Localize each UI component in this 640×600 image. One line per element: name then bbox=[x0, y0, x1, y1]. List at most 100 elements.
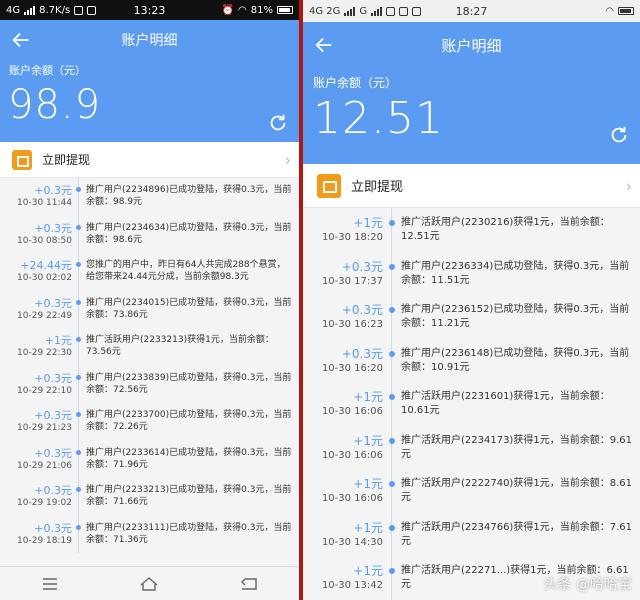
timeline-dot-icon bbox=[76, 524, 81, 530]
status-bar: 4G 2G G 18:27 ◠ bbox=[303, 0, 640, 22]
transaction-amount: +0.3元 bbox=[34, 521, 72, 535]
wallet-icon bbox=[12, 149, 32, 170]
watermark: 头条 @哈哈宝 bbox=[543, 577, 632, 593]
battery-icon bbox=[618, 7, 635, 15]
notification-icon bbox=[74, 5, 84, 15]
status-bar: 4G 8.7K/s 13:23 ⏰ ◠ 81% bbox=[0, 0, 299, 20]
amount-column: +1元 10-30 16:06 bbox=[303, 390, 383, 419]
amount-column: +0.3元 10-30 17:37 bbox=[303, 260, 383, 289]
timeline-dot-icon bbox=[76, 449, 81, 455]
back-arrow-icon[interactable] bbox=[10, 29, 32, 51]
timeline-dot-icon bbox=[76, 374, 81, 380]
transaction-time: 10-30 16:06 bbox=[321, 493, 383, 504]
transaction-row: +0.3元 10-29 21:06 推广用户(2233614)已成功登陆，获得0.3… bbox=[0, 441, 299, 479]
timeline-dot-icon bbox=[389, 394, 395, 400]
transaction-time: 10-30 16:06 bbox=[321, 406, 383, 417]
transaction-time: 10-29 22:30 bbox=[17, 348, 72, 358]
withdraw-button[interactable]: 立即提现 › bbox=[303, 164, 640, 208]
amount-column: +1元 10-29 22:30 bbox=[0, 334, 72, 359]
battery-percent: 81% bbox=[250, 4, 274, 16]
amount-column: +24.44元 10-30 02:02 bbox=[0, 259, 72, 284]
transaction-amount: +0.3元 bbox=[34, 409, 72, 422]
amount-column: +0.3元 10-29 19:02 bbox=[0, 484, 72, 509]
amount-column: +0.3元 10-29 18:19 bbox=[0, 522, 72, 547]
balance-value: 12.51 bbox=[313, 93, 444, 144]
transaction-description: 推广用户(2234896)已成功登陆，获得0.3元，当前余额：98.9元 bbox=[86, 185, 292, 207]
transaction-description: 推广活跃用户(2233213)获得1元，当前余额：73.56元 bbox=[86, 335, 274, 357]
transaction-amount: +0.3元 bbox=[34, 446, 72, 460]
timeline-dot-icon bbox=[76, 224, 81, 230]
transaction-amount: +1元 bbox=[353, 433, 383, 448]
timeline-dot-icon bbox=[389, 263, 395, 270]
balance-label: 账户余额（元） bbox=[9, 64, 86, 77]
return-icon[interactable] bbox=[236, 574, 262, 594]
transaction-time: 10-30 13:42 bbox=[321, 580, 383, 591]
transaction-description: 推广用户(2234015)已成功登陆，获得0.3元，当前余额：73.86元 bbox=[86, 297, 292, 320]
clock: 18:27 bbox=[455, 4, 488, 18]
amount-column: +0.3元 10-30 16:20 bbox=[303, 347, 383, 376]
alarm-icon: ⏰ bbox=[221, 4, 235, 16]
transaction-time: 10-30 11:44 bbox=[17, 198, 72, 208]
transaction-description: 推广活跃用户(2230216)获得1元，当前余额：12.51元 bbox=[401, 217, 610, 242]
amount-column: +0.3元 10-29 22:49 bbox=[0, 297, 72, 322]
refresh-icon[interactable] bbox=[267, 112, 289, 134]
transaction-amount: +1元 bbox=[353, 520, 383, 535]
transaction-row: +0.3元 10-30 16:20 推广用户(2236148)已成功登陆，获得0.3… bbox=[303, 339, 640, 383]
transaction-list: +0.3元 10-30 11:44 推广用户(2234896)已成功登陆，获得0.3… bbox=[0, 178, 299, 553]
transaction-row: +0.3元 10-30 16:23 推广用户(2236152)已成功登陆，获得0.3… bbox=[303, 295, 640, 339]
transaction-row: +1元 10-30 16:06 推广活跃用户(2222740)获得1元，当前余额：8… bbox=[303, 469, 640, 513]
back-arrow-icon[interactable] bbox=[313, 34, 335, 56]
network-type: 4G 2G bbox=[309, 5, 341, 17]
transaction-description: 推广用户(2236148)已成功登陆，获得0.3元，当前余额：10.91元 bbox=[401, 347, 630, 373]
timeline-dot-icon bbox=[389, 568, 395, 574]
transaction-time: 10-30 16:06 bbox=[321, 449, 383, 461]
system-nav-bar bbox=[0, 566, 299, 600]
amount-column: +1元 10-30 16:06 bbox=[303, 434, 383, 463]
page-title: 账户明细 bbox=[121, 33, 178, 49]
notification-icon bbox=[386, 6, 396, 16]
transaction-description: 推广用户(2236334)已成功登陆，获得0.3元，当前余额：11.51元 bbox=[401, 260, 630, 286]
transaction-amount: +1元 bbox=[353, 564, 383, 578]
transaction-time: 10-29 21:23 bbox=[17, 423, 72, 433]
amount-column: +0.3元 10-29 21:06 bbox=[0, 447, 72, 472]
transaction-time: 10-30 08:50 bbox=[17, 235, 72, 246]
transaction-description: 推广活跃用户(2231601)获得1元，当前余额：10.61元 bbox=[401, 391, 610, 416]
transaction-time: 10-29 18:19 bbox=[17, 535, 72, 546]
app-icon bbox=[412, 6, 422, 16]
amount-column: +1元 10-30 13:42 bbox=[303, 564, 383, 593]
left-phone-screen: 4G 8.7K/s 13:23 ⏰ ◠ 81% 账户明细 账户余额（元） 98.… bbox=[0, 0, 299, 600]
transaction-description: 推广用户(2233839)已成功登陆，获得0.3元，当前余额：72.56元 bbox=[86, 372, 292, 395]
transaction-amount: +0.3元 bbox=[341, 303, 383, 317]
amount-column: +1元 10-30 18:20 bbox=[303, 216, 383, 245]
timeline-dot-icon bbox=[389, 437, 395, 444]
menu-icon[interactable] bbox=[37, 574, 63, 594]
transaction-time: 10-30 16:20 bbox=[321, 362, 383, 374]
timeline-dot-icon bbox=[389, 307, 395, 313]
transaction-row: +1元 10-30 16:06 推广活跃用户(2231601)获得1元，当前余额：1… bbox=[303, 382, 640, 426]
transaction-amount: +0.3元 bbox=[34, 484, 72, 497]
battery-icon bbox=[277, 6, 294, 14]
wallet-icon bbox=[317, 173, 341, 198]
transaction-time: 10-30 02:02 bbox=[17, 273, 72, 283]
transaction-time: 10-29 19:02 bbox=[17, 498, 72, 508]
refresh-icon[interactable] bbox=[608, 124, 630, 146]
timeline-dot-icon bbox=[389, 481, 395, 487]
transaction-amount: +1元 bbox=[44, 334, 72, 347]
transaction-description: 推广用户(2233614)已成功登陆，获得0.3元，当前余额：71.96元 bbox=[86, 447, 292, 470]
withdraw-button[interactable]: 立即提现 › bbox=[0, 142, 299, 178]
page-title: 账户明细 bbox=[441, 36, 502, 55]
timeline-dot-icon bbox=[389, 524, 395, 531]
transaction-row: +1元 10-30 14:30 推广活跃用户(2234766)获得1元，当前余额：7… bbox=[303, 513, 640, 557]
transaction-time: 10-29 21:06 bbox=[17, 460, 72, 471]
transaction-amount: +0.3元 bbox=[34, 184, 72, 197]
transaction-description: 您推广的用户中，昨日有64人共完成288个悬赏，给您带来24.44元分成，当前余… bbox=[86, 260, 286, 282]
amount-column: +0.3元 10-29 21:23 bbox=[0, 409, 72, 434]
transaction-time: 10-30 14:30 bbox=[321, 536, 383, 548]
transaction-row: +0.3元 10-29 19:02 推广用户(2233213)已成功登陆，获得0.3… bbox=[0, 478, 299, 516]
balance-value: 98.9 bbox=[8, 82, 102, 128]
right-phone-screen: 4G 2G G 18:27 ◠ 账户明细 账户余额（元） 12.51 立即提现 … bbox=[303, 0, 640, 600]
home-icon[interactable] bbox=[136, 574, 162, 594]
network-speed: 8.7K/s bbox=[39, 4, 71, 16]
wechat-icon bbox=[87, 5, 97, 15]
transaction-amount: +0.3元 bbox=[34, 296, 72, 310]
